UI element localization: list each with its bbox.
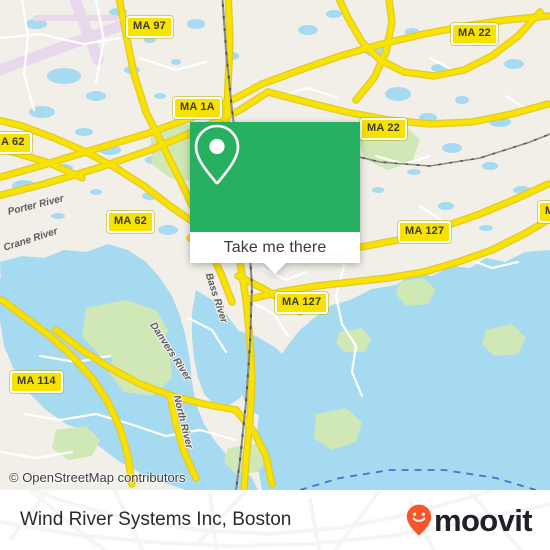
take-me-there-label: Take me there — [223, 238, 327, 256]
bottom-info-bar: Wind River Systems Inc, Boston moovit — [0, 490, 550, 550]
page-title: Wind River Systems Inc, Boston — [20, 509, 292, 530]
road-shield: MA 127 — [398, 221, 452, 243]
moovit-wordmark: moovit — [433, 502, 533, 538]
map-attribution[interactable]: © OpenStreetMap contributors — [9, 470, 186, 485]
map-canvas[interactable]: MA 97 MA 22 MA 1A MA 22 A 62 MA 62 MA 12… — [0, 0, 550, 490]
road-shield: MA 97 — [126, 16, 173, 38]
callout-pin-panel — [190, 122, 360, 232]
moovit-brand[interactable]: moovit — [406, 502, 533, 538]
callout-pointer-tail — [264, 263, 286, 274]
moovit-pin-smiley-icon — [406, 504, 432, 536]
road-shield: M — [538, 201, 550, 223]
map-screenshot-root: MA 97 MA 22 MA 1A MA 22 A 62 MA 62 MA 12… — [0, 0, 550, 550]
road-shield: MA 1A — [173, 97, 222, 119]
road-shield: MA 127 — [275, 292, 329, 314]
road-shield: A 62 — [0, 132, 32, 154]
road-shield: MA 62 — [107, 211, 154, 233]
callout-action-panel[interactable]: Take me there — [190, 232, 360, 263]
road-shield: MA 22 — [360, 118, 407, 140]
road-shield: MA 114 — [10, 371, 63, 393]
location-callout-card[interactable]: Take me there — [190, 122, 360, 274]
road-shield: MA 22 — [451, 23, 498, 45]
